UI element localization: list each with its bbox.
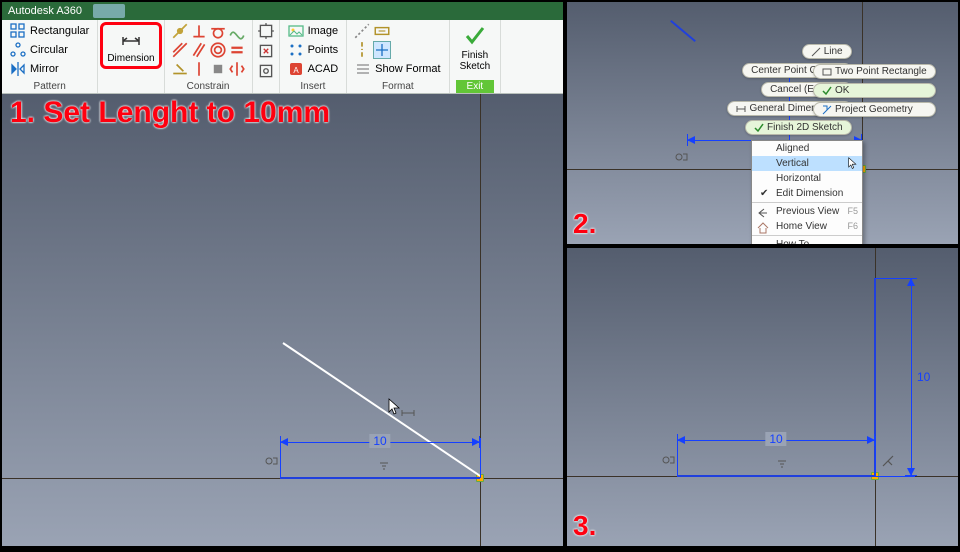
marking-ok-button[interactable]: OK — [813, 83, 936, 98]
ribbon-group-insert: Image Points A ACAD Insert — [280, 20, 348, 93]
dimension-h[interactable]: 10 — [280, 442, 480, 443]
sketch-line-h-3[interactable] — [677, 475, 875, 477]
ctx-vertical[interactable]: Vertical — [752, 156, 862, 171]
qat-icon — [93, 4, 125, 18]
step1-label: 1. Set Lenght to 10mm — [10, 96, 330, 130]
mirror-button[interactable]: Mirror — [8, 60, 91, 78]
marking-menu-right: Two Point Rectangle OK Project Geometry — [813, 64, 936, 117]
rectangular-label: Rectangular — [30, 25, 89, 37]
ribbon: Rectangular Circular Mirror Pattern — [2, 20, 563, 94]
panel-3: 10 10 3. — [565, 246, 960, 548]
dimension-v-3[interactable]: 10 — [911, 278, 912, 476]
panel-2: 5,917 Line Center Point Circle▸ Cancel (… — [565, 0, 960, 246]
constrain-group-label: Constrain — [171, 80, 246, 93]
marking-tprect-button[interactable]: Two Point Rectangle — [813, 64, 936, 79]
constraint-coincident-icon[interactable] — [171, 22, 189, 40]
constraint-fix-icon[interactable] — [209, 60, 227, 78]
ctx-home-view[interactable]: Home ViewF6 — [752, 219, 862, 234]
ctx-how-to[interactable]: How To... — [752, 237, 862, 244]
constraint-equal-icon[interactable] — [228, 41, 246, 59]
format-group-label: Format — [353, 80, 442, 93]
dimension-h-value: 10 — [369, 434, 390, 448]
insert-image-label: Image — [308, 25, 339, 37]
ribbon-group-autodim — [253, 20, 280, 93]
show-constraints-icon[interactable] — [257, 42, 275, 60]
insert-points-label: Points — [308, 44, 339, 56]
fixed-symbol-icon — [264, 454, 278, 468]
insert-group-label: Insert — [286, 80, 341, 93]
dimension-h-3-value: 10 — [765, 432, 786, 446]
constraint-horizontal-icon[interactable] — [171, 60, 189, 78]
canvas-1[interactable]: 10 — [2, 94, 563, 546]
dimension-button[interactable]: Dimension — [100, 22, 161, 69]
context-menu: Aligned Vertical Horizontal ✔Edit Dimens… — [751, 140, 863, 244]
ctx-aligned[interactable]: Aligned — [752, 141, 862, 156]
ribbon-group-constrain: Constrain — [165, 20, 253, 93]
dimension-v-3-value: 10 — [917, 370, 930, 384]
constraint-parallel-icon[interactable] — [190, 41, 208, 59]
show-format-button[interactable]: Show Format — [353, 60, 442, 78]
marking-projgeo-button[interactable]: Project Geometry — [813, 102, 936, 117]
insert-points-button[interactable]: Points — [286, 41, 341, 59]
construction-icon[interactable] — [353, 22, 371, 40]
pattern-group-label: Pattern — [8, 80, 91, 93]
constraint-perpendicular-icon[interactable] — [190, 22, 208, 40]
sketch-line-h[interactable] — [280, 477, 480, 479]
ribbon-group-format: Show Format Format — [347, 20, 449, 93]
exit-group-label: Exit — [456, 80, 495, 93]
ribbon-group-exit: Finish Sketch Exit — [450, 20, 502, 93]
mirror-label: Mirror — [30, 63, 59, 75]
ground-symbol-icon-3 — [775, 457, 789, 471]
constraint-concentric-icon[interactable] — [209, 41, 227, 59]
centerpoint-icon[interactable] — [373, 41, 391, 59]
finish-sketch-label: Finish Sketch — [460, 50, 491, 72]
marking-finish2d-button[interactable]: Finish 2D Sketch — [745, 120, 852, 135]
panel-1: Autodesk A360 Rectangular Circular — [0, 0, 565, 548]
auto-dim-icon[interactable] — [257, 22, 275, 40]
insert-acad-label: ACAD — [308, 63, 339, 75]
circular-label: Circular — [30, 44, 68, 56]
app-title: Autodesk A360 — [8, 5, 82, 17]
step2-label: 2. — [573, 208, 596, 240]
constraint-vertical-icon[interactable] — [190, 60, 208, 78]
ctx-previous-view[interactable]: Previous ViewF5 — [752, 204, 862, 219]
circular-pattern-button[interactable]: Circular — [8, 41, 91, 59]
fixed-symbol-icon-3 — [661, 453, 675, 467]
centerline-icon[interactable] — [353, 41, 371, 59]
show-format-label: Show Format — [375, 63, 440, 75]
perpendicular-symbol-icon — [881, 454, 895, 468]
rectangular-pattern-button[interactable]: Rectangular — [8, 22, 91, 40]
ctx-horizontal[interactable]: Horizontal — [752, 171, 862, 186]
insert-image-button[interactable]: Image — [286, 22, 341, 40]
step3-label: 3. — [573, 510, 596, 542]
ribbon-group-dimension: Dimension — [98, 20, 164, 93]
marking-line-button[interactable]: Line — [802, 44, 852, 59]
constraint-tangent-icon[interactable] — [209, 22, 227, 40]
constraint-smooth-icon[interactable] — [228, 22, 246, 40]
ground-symbol-icon — [377, 459, 391, 473]
insert-acad-button[interactable]: A ACAD — [286, 60, 341, 78]
ctx-edit-dimension[interactable]: ✔Edit Dimension — [752, 186, 862, 201]
dimension-h-3[interactable]: 10 — [677, 440, 875, 441]
canvas-2[interactable]: 5,917 Line Center Point Circle▸ Cancel (… — [567, 2, 958, 244]
svg-text:A: A — [293, 66, 299, 75]
titlebar: Autodesk A360 — [2, 2, 563, 20]
dimension-label: Dimension — [107, 53, 154, 64]
constraint-collinear-icon[interactable] — [171, 41, 189, 59]
fixed-symbol-icon-2 — [674, 150, 688, 164]
finish-sketch-button[interactable]: Finish Sketch — [456, 22, 495, 74]
constraint-symmetry-icon[interactable] — [228, 60, 246, 78]
ribbon-group-pattern: Rectangular Circular Mirror Pattern — [2, 20, 98, 93]
sketch-line-diag[interactable] — [282, 342, 480, 477]
constraint-settings-icon[interactable] — [257, 62, 275, 80]
canvas-3[interactable]: 10 10 — [567, 248, 958, 546]
driven-dim-icon[interactable] — [373, 22, 391, 40]
